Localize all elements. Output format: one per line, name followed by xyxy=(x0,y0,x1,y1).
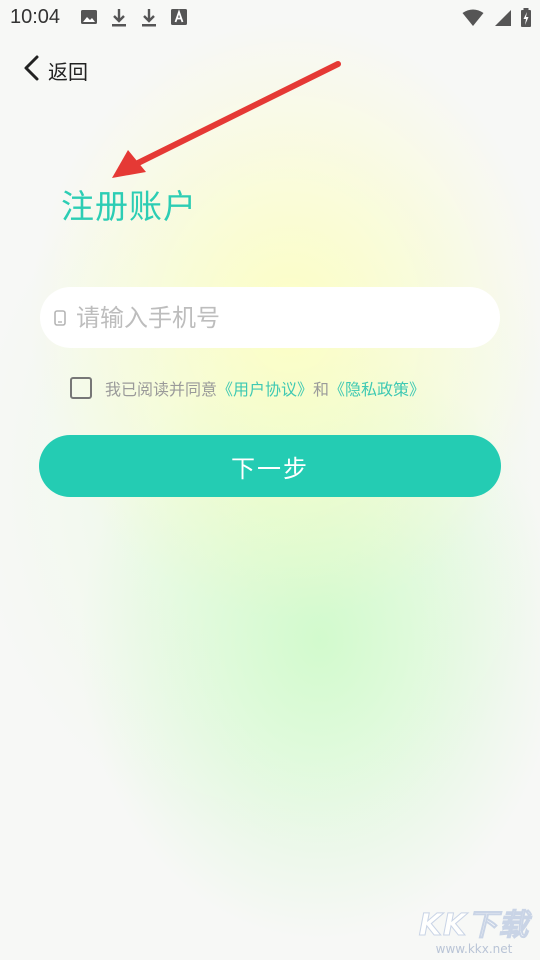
status-bar: 10:04 xyxy=(0,0,540,36)
back-label: 返回 xyxy=(48,59,88,84)
privacy-policy-link[interactable]: 《隐私政策》 xyxy=(329,376,425,400)
watermark-url: www.kkx.net xyxy=(435,942,513,956)
user-agreement-link[interactable]: 《用户协议》 xyxy=(217,376,313,400)
battery-charging-icon xyxy=(520,8,532,28)
agreement-prefix: 我已阅读并同意 xyxy=(105,380,218,399)
download-icon xyxy=(110,8,128,28)
signal-icon xyxy=(492,9,512,27)
agreement-and: 和 xyxy=(313,380,330,399)
chevron-left-icon xyxy=(22,54,40,86)
page-title: 注册账户 xyxy=(61,187,197,226)
agreement-checkbox[interactable] xyxy=(70,377,92,399)
phone-icon xyxy=(54,309,66,326)
font-a-icon xyxy=(170,8,188,28)
next-button[interactable]: 下一步 xyxy=(39,435,501,497)
image-icon xyxy=(80,8,98,28)
back-button[interactable]: 返回 xyxy=(22,54,88,86)
watermark: KK下载 www.kkx.net xyxy=(414,900,534,957)
wifi-icon xyxy=(462,9,484,27)
phone-input[interactable] xyxy=(76,297,456,338)
system-icons xyxy=(462,8,532,28)
agreement-row: 我已阅读并同意 《用户协议》 和 《隐私政策》 xyxy=(70,374,425,402)
watermark-logo: KK下载 xyxy=(418,908,530,944)
phone-field[interactable] xyxy=(40,287,500,348)
download-icon xyxy=(140,8,158,28)
notification-icons xyxy=(80,8,188,28)
status-time: 10:04 xyxy=(10,6,61,28)
